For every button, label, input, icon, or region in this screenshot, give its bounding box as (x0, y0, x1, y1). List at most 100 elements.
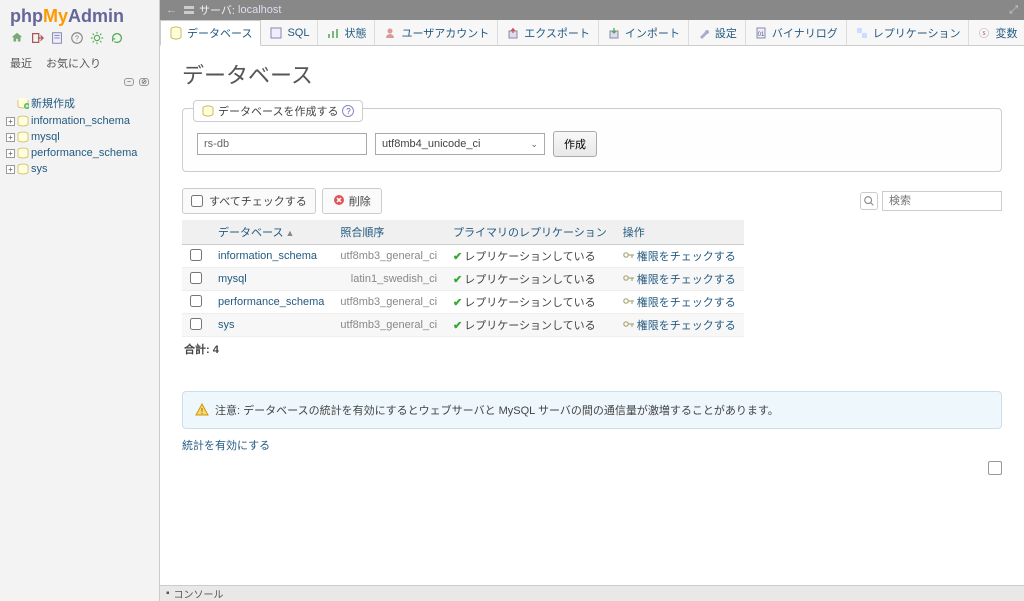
tab-variables[interactable]: ⓢ変数 (969, 20, 1024, 45)
th-action[interactable]: 操作 (615, 220, 744, 245)
recent-tab[interactable]: 最近 (10, 55, 32, 71)
tree-item[interactable]: + information_schema (6, 113, 153, 129)
reload-icon[interactable] (110, 31, 124, 45)
tab-export[interactable]: エクスポート (498, 20, 599, 45)
list-toolbar: すべてチェックする 削除 (182, 188, 1002, 214)
tab-import[interactable]: インポート (599, 20, 689, 45)
tab-status[interactable]: 状態 (318, 20, 375, 45)
page-settings-icon[interactable]: ⤢ (1009, 4, 1018, 17)
favorites-tab[interactable]: お気に入り (46, 55, 101, 71)
create-button[interactable]: 作成 (553, 131, 597, 157)
settings-icon[interactable] (90, 31, 104, 45)
tab-label: エクスポート (524, 25, 590, 41)
svg-text:!: ! (201, 407, 204, 416)
tab-binlog[interactable]: 01バイナリログ (746, 20, 847, 45)
table-row: performance_schema utf8mb3_general_ci ✔レ… (182, 291, 744, 314)
tab-settings[interactable]: 設定 (689, 20, 746, 45)
check-all-checkbox[interactable] (191, 195, 203, 207)
docs-icon[interactable] (50, 31, 64, 45)
logo[interactable]: phpMyAdmin (0, 0, 159, 29)
row-replication: ✔レプリケーションしている (445, 245, 615, 268)
db-link[interactable]: performance_schema (218, 296, 324, 308)
row-checkbox[interactable] (190, 272, 202, 284)
expand-icon[interactable]: + (6, 165, 15, 174)
check-privileges-link[interactable]: 権限をチェックする (637, 251, 736, 263)
tab-users[interactable]: ユーザアカウント (375, 20, 498, 45)
db-link[interactable]: sys (218, 319, 235, 331)
delete-button[interactable]: 削除 (322, 188, 382, 214)
total-count: 4 (213, 344, 219, 356)
database-table: データベース▲ 照合順序 プライマリのレプリケーション 操作 informati… (182, 220, 744, 337)
chevron-down-icon: ⌄ (530, 139, 538, 150)
collapse-all-icon[interactable]: − (124, 78, 134, 86)
check-icon: ✔ (453, 274, 462, 286)
tree-new[interactable]: 新規作成 (6, 93, 153, 113)
tab-databases[interactable]: データベース (160, 20, 261, 46)
row-collation: utf8mb3_general_ci (332, 314, 445, 337)
tree-item[interactable]: + sys (6, 161, 153, 177)
th-collation[interactable]: 照合順序 (332, 220, 445, 245)
stats-notice: ! 注意: データベースの統計を有効にするとウェブサーバと MySQL サーバの… (182, 391, 1002, 429)
create-legend-text: データベースを作成する (218, 103, 338, 119)
home-icon[interactable] (10, 31, 24, 45)
import-icon (607, 26, 621, 40)
enable-stats-link[interactable]: 統計を有効にする (182, 440, 270, 452)
db-link[interactable]: information_schema (218, 250, 317, 262)
tree-item[interactable]: + mysql (6, 129, 153, 145)
row-checkbox[interactable] (190, 295, 202, 307)
sql-docs-icon[interactable]: ? (70, 31, 84, 45)
db-name-input[interactable] (197, 133, 367, 155)
unlink-icon[interactable]: ⊘ (139, 78, 149, 86)
row-replication: ✔レプリケーションしている (445, 268, 615, 291)
expand-icon[interactable]: + (6, 117, 15, 126)
check-privileges-link[interactable]: 権限をチェックする (637, 320, 736, 332)
sql-icon (269, 26, 283, 40)
expand-icon[interactable]: + (6, 149, 15, 158)
privileges-icon (623, 319, 635, 329)
th-label: データベース (218, 227, 283, 239)
svg-text:01: 01 (758, 32, 765, 38)
tab-label: 状態 (344, 25, 366, 41)
th-database[interactable]: データベース▲ (210, 220, 332, 245)
collation-value: utf8mb4_unicode_ci (382, 138, 480, 150)
tree-item-label: performance_schema (31, 147, 137, 159)
export-icon (506, 26, 520, 40)
filter-input[interactable] (882, 191, 1002, 211)
logout-icon[interactable] (30, 31, 44, 45)
check-icon: ✔ (453, 320, 462, 332)
bookmark-icon[interactable] (988, 461, 1002, 475)
tab-sql[interactable]: SQL (261, 20, 318, 45)
database-icon (169, 26, 183, 40)
binlog-icon: 01 (754, 26, 768, 40)
expand-icon[interactable]: + (6, 133, 15, 142)
row-collation: latin1_swedish_ci (332, 268, 445, 291)
logo-part-php: php (10, 6, 43, 26)
svg-text:?: ? (75, 36, 79, 43)
help-icon[interactable]: ? (342, 105, 354, 117)
console-bar[interactable]: ▪ コンソール (160, 585, 1024, 601)
collation-select[interactable]: utf8mb4_unicode_ci ⌄ (375, 133, 545, 155)
search-icon[interactable] (860, 192, 878, 210)
database-icon (17, 147, 29, 159)
check-all[interactable]: すべてチェックする (182, 188, 316, 214)
row-checkbox[interactable] (190, 318, 202, 330)
tab-replication[interactable]: レプリケーション (847, 20, 970, 45)
tree-new-label: 新規作成 (31, 95, 75, 111)
tab-label: データベース (187, 25, 252, 41)
row-checkbox[interactable] (190, 249, 202, 261)
logo-part-my: My (43, 6, 68, 26)
check-privileges-link[interactable]: 権限をチェックする (637, 274, 736, 286)
users-icon (383, 26, 397, 40)
db-link[interactable]: mysql (218, 273, 247, 285)
recent-favorites-tabs: 最近 お気に入り (0, 49, 159, 75)
tree-item-label: sys (31, 163, 48, 175)
th-replication[interactable]: プライマリのレプリケーション (445, 220, 615, 245)
delete-label: 削除 (349, 193, 371, 209)
server-name[interactable]: localhost (238, 4, 281, 16)
server-breadcrumb: ← サーバ: localhost ⤢ (160, 0, 1024, 20)
back-arrow-icon[interactable]: ← (166, 4, 177, 16)
tree-item[interactable]: + performance_schema (6, 145, 153, 161)
sort-asc-icon: ▲ (285, 228, 294, 238)
check-privileges-link[interactable]: 権限をチェックする (637, 297, 736, 309)
total-label: 合計: (184, 344, 210, 356)
